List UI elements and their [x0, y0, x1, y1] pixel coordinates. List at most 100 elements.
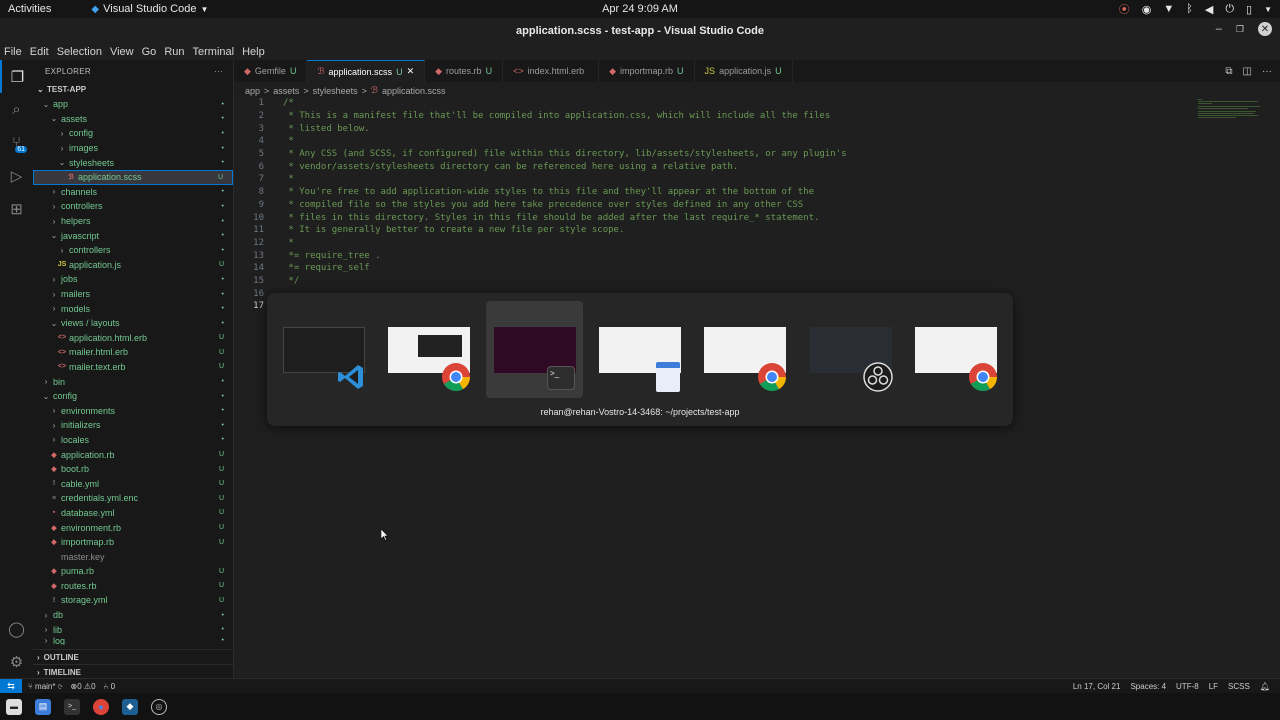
tab-application-js[interactable]: JS application.js U	[695, 60, 793, 82]
system-menu-caret-icon[interactable]: ▼	[1264, 5, 1272, 14]
tree-file[interactable]: ! storage.yml U	[33, 593, 233, 608]
app-menu[interactable]: ◆ Visual Studio Code ▼	[91, 3, 208, 15]
tree-folder[interactable]: › bin •	[33, 374, 233, 389]
split-editor-icon[interactable]: ◫	[1243, 66, 1252, 77]
maximize-icon[interactable]: ❐	[1236, 24, 1244, 35]
switcher-item-obs[interactable]	[802, 301, 899, 398]
system-tray[interactable]: ⦿ ◉ ▼ ᛒ ◀ ⏻ ▯ ▼	[1119, 1, 1272, 17]
tree-folder[interactable]: ⌄ app •	[33, 97, 233, 112]
vscode-taskbar-icon[interactable]: ◆	[122, 698, 138, 715]
menu-file[interactable]: File	[0, 46, 26, 58]
tree-folder[interactable]: › jobs •	[33, 272, 233, 287]
ports-indicator[interactable]: ⑃ 0	[104, 682, 115, 691]
tab-application-scss[interactable]: ℬapplication.scss U ✕	[307, 60, 426, 82]
menu-view[interactable]: View	[106, 46, 138, 58]
source-control-icon[interactable]: ⑂ 61	[0, 126, 33, 159]
tree-file[interactable]: ◆ importmap.rb U	[33, 535, 233, 550]
tree-folder[interactable]: ⌄ javascript •	[33, 228, 233, 243]
breadcrumb-item[interactable]: stylesheets	[313, 86, 358, 96]
switcher-item-text-editor[interactable]	[591, 301, 688, 398]
menu-go[interactable]: Go	[138, 46, 161, 58]
tree-folder[interactable]: › locales •	[33, 433, 233, 448]
cursor-position[interactable]: Ln 17, Col 21	[1073, 682, 1121, 691]
network-icon[interactable]: ▼	[1163, 3, 1174, 15]
switcher-item-terminal-selected[interactable]: >_	[486, 301, 583, 398]
extensions-icon[interactable]: ⊞	[0, 192, 33, 225]
activities-button[interactable]: Activities	[0, 3, 59, 15]
more-actions-icon[interactable]: ···	[1262, 66, 1272, 77]
switcher-item-chrome-1[interactable]	[380, 301, 477, 398]
explorer-icon[interactable]: ❐	[0, 60, 33, 93]
menu-help[interactable]: Help	[238, 46, 269, 58]
tree-folder[interactable]: ⌄ assets •	[33, 112, 233, 127]
breadcrumb-item[interactable]: assets	[273, 86, 299, 96]
tree-file[interactable]: <> application.html.erb U	[33, 331, 233, 346]
switcher-item-chrome-2[interactable]	[696, 301, 793, 398]
menu-run[interactable]: Run	[160, 46, 188, 58]
tree-file-selected[interactable]: ℬapplication.scss U	[33, 169, 233, 185]
search-icon[interactable]: ⌕	[0, 93, 33, 126]
tree-folder[interactable]: › initializers •	[33, 418, 233, 433]
tab-close-icon[interactable]: ✕	[407, 66, 415, 77]
account-icon[interactable]: ◯	[0, 612, 33, 645]
tree-file[interactable]: ◆ boot.rb U	[33, 462, 233, 477]
tree-file[interactable]: <> mailer.text.erb U	[33, 360, 233, 375]
notifications-bell-icon[interactable]: 🔔︎	[1260, 682, 1270, 691]
obs-taskbar-icon[interactable]: ◎	[151, 698, 167, 715]
chrome-tray-icon[interactable]: ◉	[1142, 3, 1152, 16]
tree-folder[interactable]: ⌄ stylesheets •	[33, 155, 233, 170]
tree-file[interactable]: ▪ database.yml U	[33, 506, 233, 521]
minimize-icon[interactable]: –	[1216, 23, 1222, 35]
remote-indicator-icon[interactable]: ⇆	[0, 678, 22, 694]
branch-indicator[interactable]: ⑂ main* ⟳	[28, 682, 63, 691]
tree-folder[interactable]: ⌄ views / layouts •	[33, 316, 233, 331]
screen-share-icon[interactable]: ⦿	[1119, 1, 1130, 17]
problems-indicator[interactable]: ⊗0 ⚠0	[71, 682, 96, 691]
outline-section-header[interactable]: › OUTLINE	[33, 649, 234, 664]
minimap[interactable]	[1198, 99, 1264, 119]
tree-folder[interactable]: › helpers •	[33, 214, 233, 229]
chrome-taskbar-icon[interactable]: ●	[93, 698, 109, 715]
power-icon[interactable]: ⏻	[1225, 3, 1234, 16]
indentation[interactable]: Spaces: 4	[1130, 682, 1166, 691]
breadcrumb-item[interactable]: application.scss	[382, 86, 446, 96]
language-mode[interactable]: SCSS	[1228, 682, 1250, 691]
terminal-taskbar-icon[interactable]: >_	[64, 698, 80, 715]
tab-routes-rb[interactable]: ◆ routes.rb U	[425, 60, 504, 82]
tree-folder[interactable]: ⌄ config •	[33, 389, 233, 404]
workspace-root[interactable]: ⌄ TEST-APP	[33, 82, 233, 97]
tree-folder[interactable]: › channels •	[33, 185, 233, 200]
tree-file[interactable]: ◆ puma.rb U	[33, 564, 233, 579]
end-of-line[interactable]: LF	[1209, 682, 1218, 691]
tree-folder[interactable]: › mailers •	[33, 287, 233, 302]
tab-importmap-rb[interactable]: ◆ importmap.rb U	[599, 60, 695, 82]
tree-file[interactable]: ◆ application.rb U	[33, 447, 233, 462]
switcher-item-chrome-3[interactable]	[907, 301, 1004, 398]
encoding[interactable]: UTF-8	[1176, 682, 1199, 691]
tree-file[interactable]: <> mailer.html.erb U	[33, 345, 233, 360]
tree-folder[interactable]: › controllers •	[33, 243, 233, 258]
run-debug-icon[interactable]: ▷	[0, 159, 33, 192]
tree-folder[interactable]: › controllers •	[33, 199, 233, 214]
timeline-section-header[interactable]: › TIMELINE	[33, 664, 234, 679]
tree-folder[interactable]: › models •	[33, 301, 233, 316]
tree-folder[interactable]: › log •	[33, 637, 233, 645]
breadcrumb-item[interactable]: app	[245, 86, 260, 96]
tree-file[interactable]: ◆ environment.rb U	[33, 520, 233, 535]
tree-file[interactable]: master.key	[33, 549, 233, 564]
tree-file[interactable]: ◆ routes.rb U	[33, 579, 233, 594]
tree-folder[interactable]: › images •	[33, 141, 233, 156]
open-changes-icon[interactable]: ⧉	[1225, 66, 1232, 77]
tab-index-html-erb[interactable]: <> index.html.erb	[503, 60, 600, 82]
manage-gear-icon[interactable]: ⚙	[0, 645, 33, 678]
tree-folder[interactable]: › config •	[33, 126, 233, 141]
switcher-item-vscode[interactable]	[275, 301, 372, 398]
menu-selection[interactable]: Selection	[53, 46, 106, 58]
tree-folder[interactable]: › lib •	[33, 622, 233, 637]
show-desktop-icon[interactable]: ▬	[6, 698, 22, 715]
volume-icon[interactable]: ◀	[1205, 3, 1213, 16]
files-app-icon[interactable]: ▤	[35, 698, 51, 715]
battery-icon[interactable]: ▯	[1246, 3, 1252, 16]
tree-file[interactable]: JS application.js U	[33, 258, 233, 273]
menu-terminal[interactable]: Terminal	[189, 46, 239, 58]
